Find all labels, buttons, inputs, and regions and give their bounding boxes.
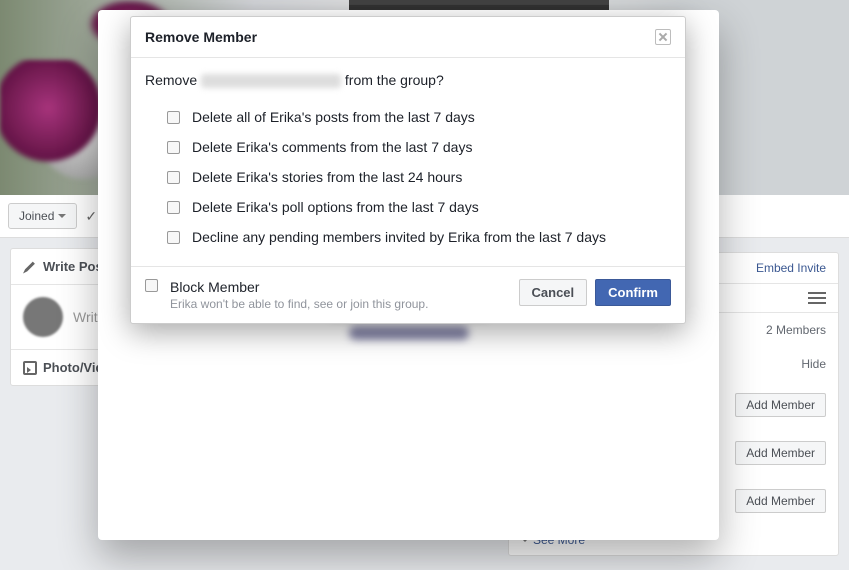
- redacted-name: [201, 74, 341, 88]
- blurred-text: [349, 326, 469, 340]
- block-title: Block Member: [170, 279, 428, 295]
- remove-prompt: Remove from the group?: [145, 72, 671, 88]
- checkbox[interactable]: [145, 279, 158, 292]
- option-label: Delete Erika's stories from the last 24 …: [192, 169, 462, 185]
- option-delete-posts[interactable]: Delete all of Erika's posts from the las…: [167, 102, 671, 132]
- block-member-section: Block Member Erika won't be able to find…: [145, 279, 428, 311]
- modal-title: Remove Member: [145, 29, 257, 45]
- checkbox[interactable]: [167, 231, 180, 244]
- option-delete-polls[interactable]: Delete Erika's poll options from the las…: [167, 192, 671, 222]
- remove-member-modal: Remove Member Remove from the group? Del…: [130, 16, 686, 324]
- option-label: Delete Erika's poll options from the las…: [192, 199, 479, 215]
- footer-buttons: Cancel Confirm: [519, 279, 671, 306]
- modal-body: Remove from the group? Delete all of Eri…: [131, 58, 685, 266]
- option-label: Delete Erika's comments from the last 7 …: [192, 139, 472, 155]
- modal-overlay: Remove Member Remove from the group? Del…: [0, 0, 849, 565]
- options-list: Delete all of Erika's posts from the las…: [167, 102, 671, 252]
- modal-header: Remove Member: [131, 17, 685, 58]
- cancel-button[interactable]: Cancel: [519, 279, 588, 306]
- checkbox[interactable]: [167, 201, 180, 214]
- option-decline-invites[interactable]: Decline any pending members invited by E…: [167, 222, 671, 252]
- close-icon[interactable]: [655, 29, 671, 45]
- checkbox[interactable]: [167, 141, 180, 154]
- checkbox[interactable]: [167, 171, 180, 184]
- option-delete-stories[interactable]: Delete Erika's stories from the last 24 …: [167, 162, 671, 192]
- option-label: Delete all of Erika's posts from the las…: [192, 109, 475, 125]
- block-subtitle: Erika won't be able to find, see or join…: [170, 297, 428, 311]
- modal-footer: Block Member Erika won't be able to find…: [131, 266, 685, 323]
- checkbox[interactable]: [167, 111, 180, 124]
- confirm-button[interactable]: Confirm: [595, 279, 671, 306]
- remove-prefix: Remove: [145, 72, 197, 88]
- option-label: Decline any pending members invited by E…: [192, 229, 606, 245]
- remove-suffix: from the group?: [345, 72, 444, 88]
- option-delete-comments[interactable]: Delete Erika's comments from the last 7 …: [167, 132, 671, 162]
- block-text: Block Member Erika won't be able to find…: [170, 279, 428, 311]
